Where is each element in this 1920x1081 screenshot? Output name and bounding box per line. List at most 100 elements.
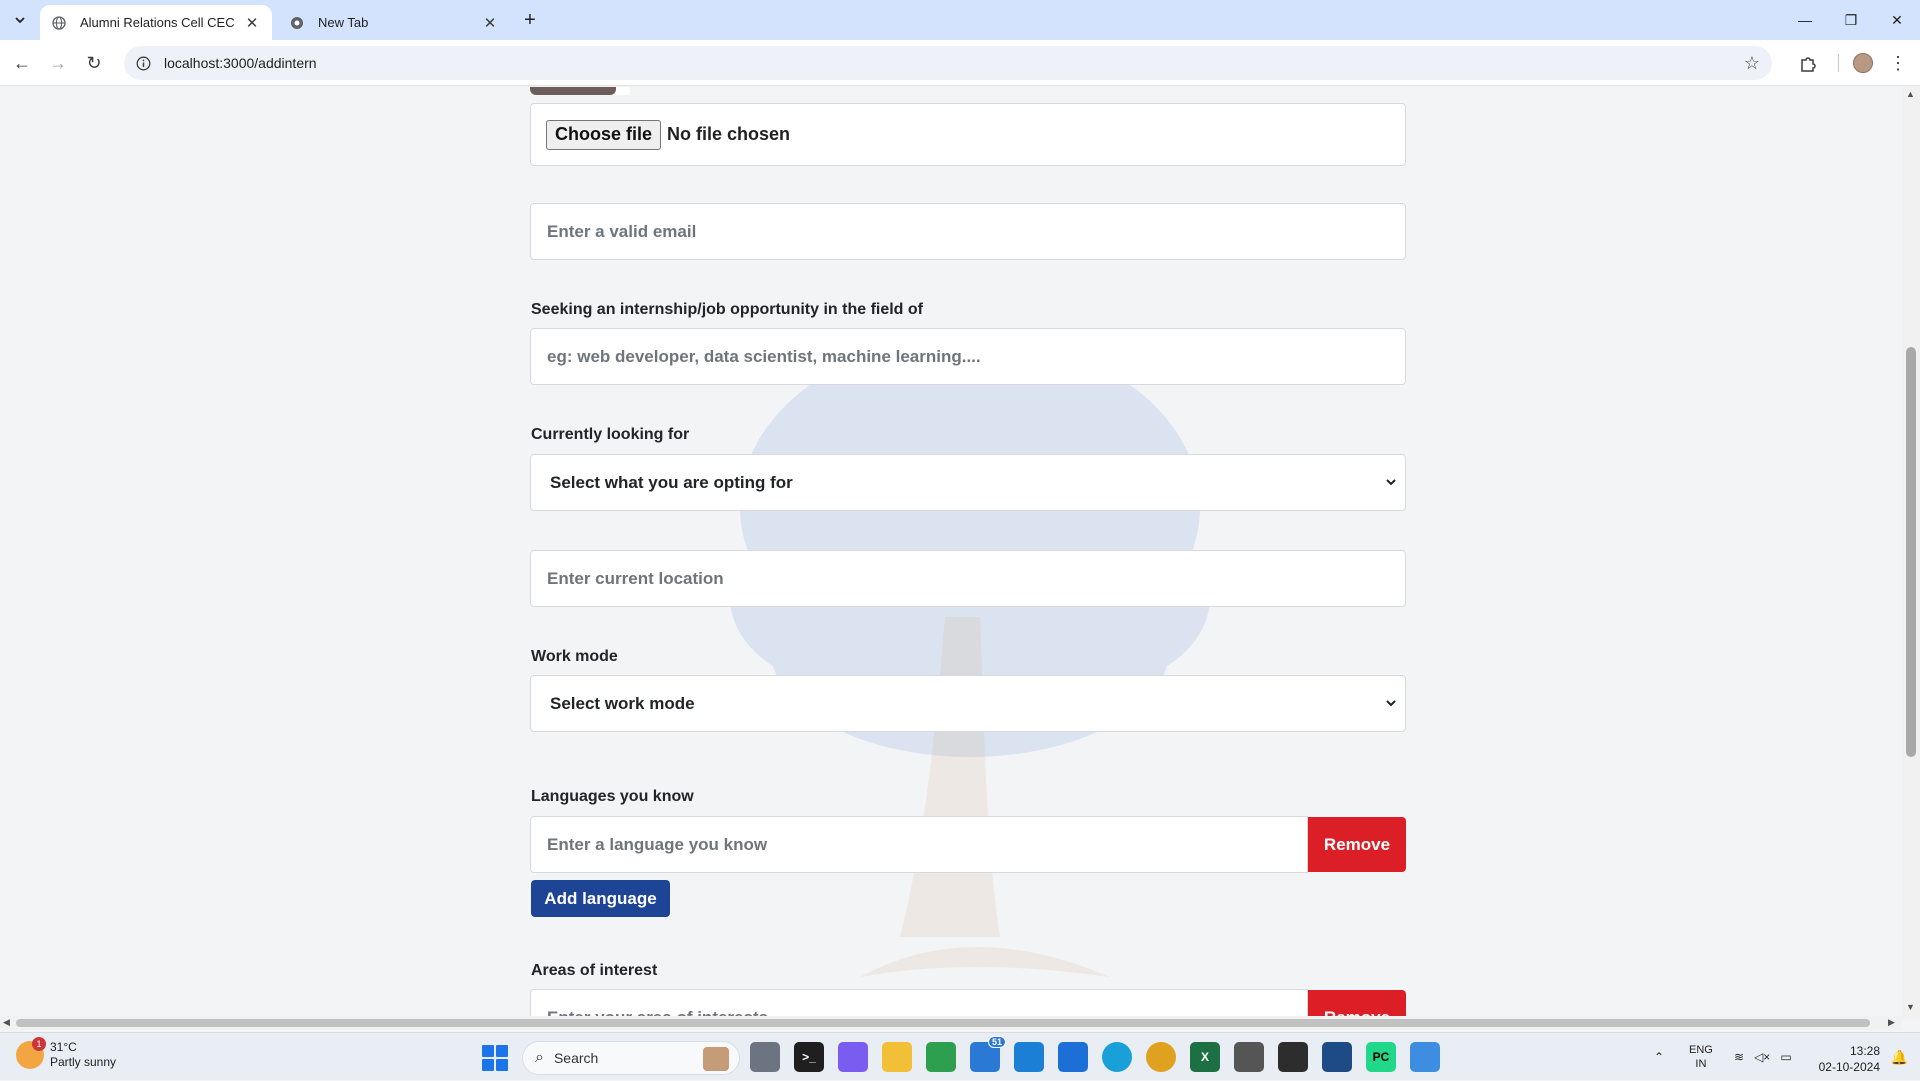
clock-date: 02-10-2024 <box>1818 1060 1880 1074</box>
notification-bell-icon[interactable]: 🔔 <box>1891 1049 1908 1066</box>
language-row: Enter a language you know Remove <box>530 816 1406 873</box>
bookmark-star-icon[interactable]: ☆ <box>1744 54 1760 72</box>
edge-icon[interactable] <box>1102 1042 1132 1072</box>
globe-icon <box>50 14 68 32</box>
looking-for-select[interactable]: Select what you are opting for <box>530 454 1406 511</box>
close-icon[interactable]: ✕ <box>242 13 262 33</box>
reload-button[interactable]: ↻ <box>80 49 108 77</box>
file-explorer-icon[interactable] <box>882 1042 912 1072</box>
app-icon[interactable] <box>1278 1042 1308 1072</box>
tree-watermark <box>730 337 1210 977</box>
choose-file-button[interactable]: Choose file <box>546 119 662 150</box>
weather-widget[interactable]: 1 31°C Partly sunny <box>16 1037 117 1070</box>
address-bar[interactable]: localhost:3000/addintern ☆ <box>124 46 1772 80</box>
copilot-icon[interactable] <box>838 1042 868 1072</box>
page-viewport: Choose file No file chosen Enter a valid… <box>0 87 1902 1020</box>
close-window-button[interactable]: ✕ <box>1874 0 1920 40</box>
resume-file-field[interactable]: Choose file No file chosen <box>530 103 1406 166</box>
field-of-interest-input[interactable]: eg: web developer, data scientist, machi… <box>530 328 1406 385</box>
vscode-icon[interactable] <box>1014 1042 1044 1072</box>
restore-button[interactable]: ❐ <box>1828 0 1874 40</box>
chevron-down-icon <box>1385 697 1397 711</box>
windows-taskbar: 1 31°C Partly sunny ⌕ Search >_ 51 X PC … <box>0 1032 1920 1080</box>
weather-sun-icon: 1 <box>16 1037 46 1069</box>
url-text: localhost:3000/addintern <box>164 55 317 71</box>
chevron-down-icon <box>15 17 25 24</box>
pycharm-icon[interactable]: PC <box>1366 1042 1396 1072</box>
speaker-muted-icon: ◁× <box>1754 1050 1771 1064</box>
mail-icon[interactable]: 51 <box>970 1036 1007 1072</box>
camera-icon[interactable] <box>1234 1042 1264 1072</box>
forward-button[interactable]: → <box>44 49 72 77</box>
notepad-icon[interactable] <box>1410 1042 1440 1072</box>
chrome-icon[interactable] <box>1146 1042 1176 1072</box>
azure-data-studio-icon[interactable] <box>1058 1042 1088 1072</box>
new-tab-button[interactable]: + <box>518 8 542 32</box>
add-language-button[interactable]: Add language <box>531 880 670 917</box>
looking-for-label: Currently looking for <box>531 426 690 443</box>
email-placeholder: Enter a valid email <box>547 221 697 241</box>
tab-title: New Tab <box>318 15 369 30</box>
tab-alumni-relations[interactable]: Alumni Relations Cell CEC ✕ <box>40 5 272 40</box>
looking-for-value: Select what you are opting for <box>550 472 793 492</box>
taskbar-search[interactable]: ⌕ Search <box>522 1041 740 1075</box>
close-icon[interactable]: ✕ <box>480 13 500 33</box>
remove-language-button[interactable]: Remove <box>1308 817 1406 872</box>
more-menu-icon[interactable]: ⋮ <box>1884 49 1912 77</box>
window-controls: — ❐ ✕ <box>1782 0 1920 40</box>
classroom-icon[interactable] <box>926 1042 956 1072</box>
snipping-tool-icon[interactable] <box>1322 1042 1352 1072</box>
languages-label: Languages you know <box>531 788 694 805</box>
lang-bottom: IN <box>1695 1058 1707 1070</box>
field-of-interest-label: Seeking an internship/job opportunity in… <box>531 301 923 318</box>
task-view-icon[interactable] <box>750 1042 780 1072</box>
back-button[interactable]: ← <box>8 49 36 77</box>
language-input[interactable]: Enter a language you know <box>530 816 1308 873</box>
search-highlight-image <box>703 1047 729 1071</box>
scroll-up-icon[interactable]: ▲ <box>1906 89 1915 99</box>
work-mode-value: Select work mode <box>550 693 695 713</box>
field-placeholder: eg: web developer, data scientist, machi… <box>547 346 981 366</box>
search-label: Search <box>553 1050 599 1066</box>
wifi-icon: ≋ <box>1734 1050 1745 1064</box>
email-field[interactable]: Enter a valid email <box>530 203 1406 260</box>
tab-bar: Alumni Relations Cell CEC ✕ New Tab ✕ + … <box>0 0 1920 40</box>
reload-icon: ↻ <box>86 52 102 73</box>
scrollbar-thumb[interactable] <box>1906 347 1916 757</box>
notification-badge: 1 <box>32 1037 46 1051</box>
language-indicator[interactable]: ENG IN <box>1689 1043 1713 1071</box>
mail-badge: 51 <box>988 1036 1007 1048</box>
chrome-icon <box>288 14 306 32</box>
minimize-button[interactable]: — <box>1782 0 1828 40</box>
weather-temp: 31°C <box>50 1040 77 1054</box>
scroll-left-icon[interactable]: ◀ <box>3 1017 10 1028</box>
start-button[interactable] <box>482 1045 508 1071</box>
battery-icon: ▭ <box>1780 1050 1792 1064</box>
scroll-right-icon[interactable]: ▶ <box>1888 1017 1895 1028</box>
tab-search-button[interactable] <box>8 8 32 32</box>
scrollbar-thumb[interactable] <box>16 1019 1870 1027</box>
info-icon[interactable] <box>134 54 152 72</box>
work-mode-label: Work mode <box>531 648 618 665</box>
clock-time: 13:28 <box>1849 1044 1880 1058</box>
lang-top: ENG <box>1689 1044 1713 1056</box>
search-icon: ⌕ <box>535 1049 544 1066</box>
system-clock[interactable]: 13:28 02-10-2024 <box>1819 1043 1880 1075</box>
terminal-icon[interactable]: >_ <box>794 1042 824 1072</box>
system-tray[interactable]: ≋ ◁× ▭ <box>1734 1033 1792 1081</box>
chevron-down-icon <box>1385 476 1397 490</box>
location-field[interactable]: Enter current location <box>530 550 1406 607</box>
scroll-down-icon[interactable]: ▼ <box>1906 1002 1915 1012</box>
weather-desc: Partly sunny <box>50 1055 117 1069</box>
horizontal-scrollbar[interactable]: ◀ ▶ <box>0 1016 1902 1030</box>
work-mode-select[interactable]: Select work mode <box>530 675 1406 732</box>
profile-avatar[interactable] <box>1849 49 1877 77</box>
tab-new-tab[interactable]: New Tab ✕ <box>278 5 510 40</box>
areas-of-interest-label: Areas of interest <box>531 962 658 979</box>
vertical-scrollbar[interactable]: ▲ ▼ <box>1902 87 1920 1020</box>
location-placeholder: Enter current location <box>547 568 724 588</box>
tab-title: Alumni Relations Cell CEC <box>80 15 235 30</box>
show-hidden-icons[interactable]: ⌃ <box>1654 1033 1664 1081</box>
excel-icon[interactable]: X <box>1190 1042 1220 1072</box>
extensions-icon[interactable] <box>1794 49 1822 77</box>
